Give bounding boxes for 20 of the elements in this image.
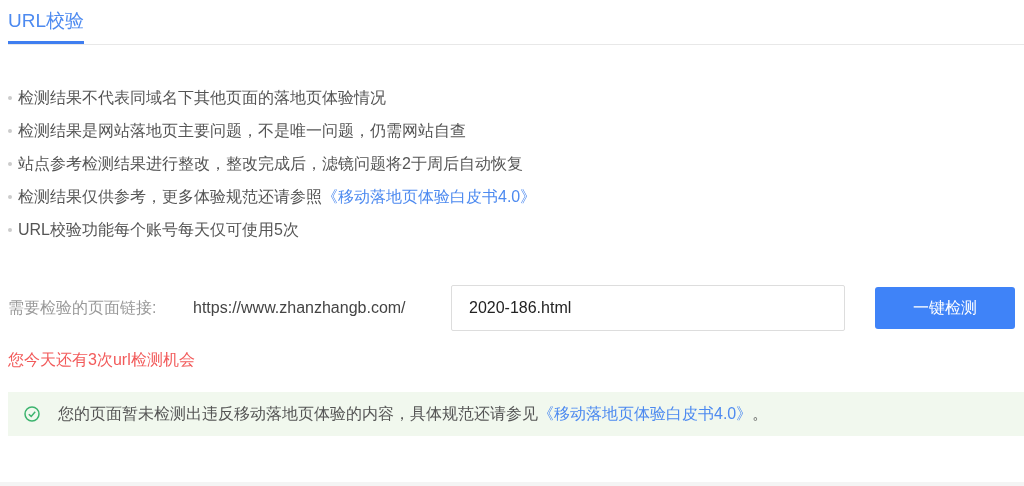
bullet-icon [8,96,12,100]
bullet-icon [8,129,12,133]
check-button[interactable]: 一键检测 [875,287,1015,329]
url-prefix: https://www.zhanzhangb.com/ [193,298,407,318]
note-text: 检测结果是网站落地页主要问题，不是唯一问题，仍需网站自查 [18,121,466,141]
note-text: 检测结果仅供参考，更多体验规范还请参照《移动落地页体验白皮书4.0》 [18,187,537,207]
bullet-icon [8,195,12,199]
check-circle-icon [24,406,40,422]
bullet-icon [8,162,12,166]
result-text: 您的页面暂未检测出违反移动落地页体验的内容，具体规范还请参见《移动落地页体验白皮书4.0》。 [58,404,769,424]
remaining-text: 您今天还有3次url检测机会 [8,350,196,370]
bullet-icon [8,228,12,232]
field-label: 需要检验的页面链接: [8,298,158,318]
tab[interactable]: URL校验 [8,0,84,44]
url-input-field[interactable]: 2020-186.html [451,285,845,331]
note-text: 检测结果不代表同域名下其他页面的落地页体验情况 [18,88,386,108]
whitepaper-link[interactable]: 《移动落地页体验白皮书4.0》 [322,188,537,205]
note-text: URL校验功能每个账号每天仅可使用5次 [18,220,299,240]
whitepaper-link[interactable]: 《移动落地页体验白皮书4.0》 [538,405,753,422]
note-text: 站点参考检测结果进行整改，整改完成后，滤镜问题将2于周后自动恢复 [18,154,523,174]
